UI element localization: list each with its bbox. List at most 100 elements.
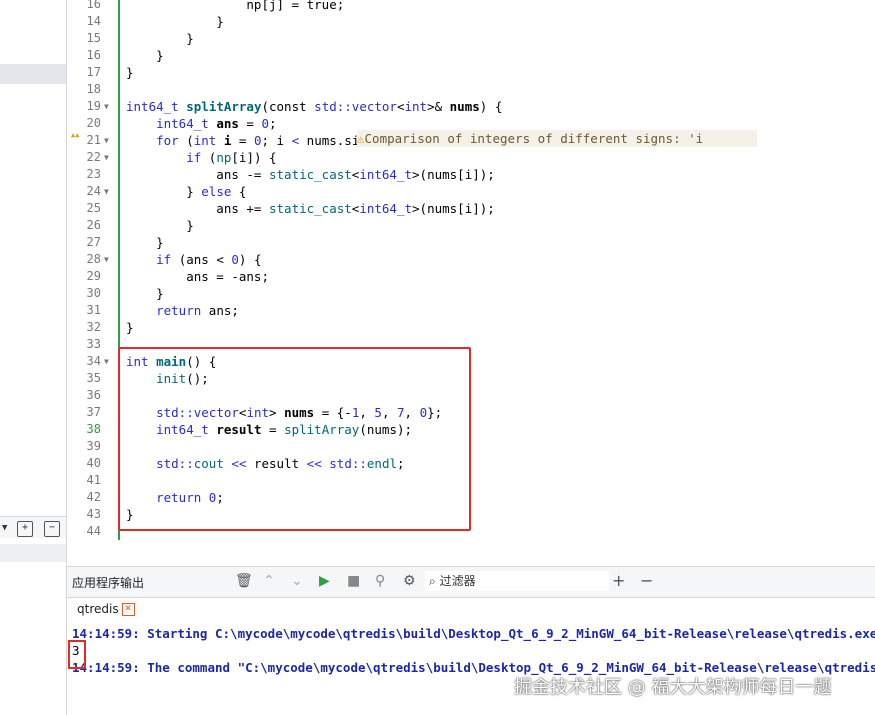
code-line[interactable]: } — [126, 13, 224, 30]
code-line[interactable]: return ans; — [126, 302, 239, 319]
code-token: int64_t — [359, 201, 413, 216]
line-number: 20 — [86, 116, 101, 130]
warning-annotation[interactable]: ⚠Comparison of integers of different sig… — [357, 130, 757, 147]
plus-icon[interactable]: + — [612, 573, 625, 589]
code-token: ) { — [238, 252, 262, 267]
code-token: >(nums[i]); — [412, 167, 495, 182]
arrow-up-icon[interactable]: ⌃ — [263, 573, 275, 589]
code-token: = — [238, 116, 262, 131]
fold-arrow-icon[interactable]: ▼ — [104, 251, 109, 268]
fold-arrow-icon[interactable]: ▼ — [104, 132, 109, 149]
code-token: int — [193, 133, 217, 148]
code-token: for — [156, 133, 179, 148]
gear-icon[interactable]: ⚙ — [403, 573, 416, 589]
debug-attach-icon[interactable]: ⚲ — [375, 573, 385, 589]
line-number: 42 — [86, 490, 101, 504]
code-line[interactable]: np[j] = true; — [126, 0, 344, 13]
code-token: ans -= — [126, 167, 269, 182]
line-number: 28 — [86, 252, 101, 266]
line-number: 15 — [86, 31, 101, 45]
highlight-box-output — [68, 640, 86, 669]
warning-marker-icon[interactable]: ▲▲ — [71, 131, 79, 139]
watermark: 掘金技术社区 @ 福大大架构师每日一题 — [514, 677, 832, 698]
fold-arrow-icon[interactable]: ▼ — [104, 149, 109, 166]
code-token: static_cast — [269, 167, 352, 182]
code-token: if — [186, 150, 202, 165]
code-line[interactable]: ans += static_cast<int64_t>(nums[i]); — [126, 200, 495, 217]
line-number: 38 — [86, 422, 101, 436]
fold-arrow-icon[interactable]: ▼ — [104, 353, 109, 370]
code-line[interactable]: } — [126, 319, 134, 336]
code-token: } — [126, 65, 134, 80]
code-line[interactable]: } — [126, 47, 164, 64]
tab-label: qtredis — [77, 602, 119, 616]
arrow-down-icon[interactable]: ⌄ — [291, 573, 303, 589]
code-token: { — [231, 184, 247, 199]
search-icon: ⌕ — [429, 574, 436, 588]
code-line[interactable]: int64_t ans = 0; — [126, 115, 277, 132]
code-line[interactable]: } — [126, 30, 194, 47]
line-number: 17 — [86, 65, 101, 79]
line-number: 41 — [86, 473, 101, 487]
code-line[interactable]: } — [126, 217, 194, 234]
code-line[interactable]: if (np[i]) { — [126, 149, 277, 166]
code-line[interactable]: } — [126, 64, 134, 81]
code-line[interactable]: } else { — [126, 183, 246, 200]
line-number: 23 — [86, 167, 101, 181]
line-number: 31 — [86, 303, 101, 317]
fold-arrow-icon[interactable]: ▼ — [104, 98, 109, 115]
code-token: < — [291, 133, 300, 148]
fold-arrow-icon[interactable]: ▼ — [104, 183, 109, 200]
highlight-box-main — [118, 347, 471, 531]
code-token: [i]) { — [231, 150, 277, 165]
code-line[interactable]: ans = -ans; — [126, 268, 269, 285]
dropdown-arrow-icon[interactable]: ▼ — [2, 523, 7, 533]
code-token: ans; — [201, 303, 239, 318]
code-token: np[j] = true; — [126, 0, 345, 12]
code-token: int — [404, 99, 428, 114]
sidebar-selected-row[interactable] — [0, 64, 66, 84]
line-number: 25 — [86, 201, 101, 215]
code-token: ans = -ans; — [126, 269, 269, 284]
code-token: ( — [201, 150, 217, 165]
line-number: 29 — [86, 269, 101, 283]
code-token: >(nums[i]); — [412, 201, 495, 216]
code-token: ; — [269, 116, 277, 131]
code-line[interactable]: ans -= static_cast<int64_t>(nums[i]); — [126, 166, 495, 183]
line-number: 18 — [86, 82, 101, 96]
split-icon[interactable]: + — [17, 521, 33, 537]
code-token: static_cast — [269, 201, 352, 216]
stop-icon[interactable]: ■ — [347, 573, 360, 589]
code-line[interactable]: } — [126, 234, 164, 251]
line-number: 30 — [86, 286, 101, 300]
tab-qtredis[interactable]: qtredis ✕ — [71, 599, 141, 622]
output-text-area[interactable]: 14:14:59: Starting C:\mycode\mycode\qtre… — [67, 623, 875, 715]
code-token: } — [126, 31, 194, 46]
code-line[interactable]: } — [126, 285, 164, 302]
code-line[interactable]: int64_t splitArray(const std::vector<int… — [126, 98, 502, 115]
code-token: >& — [427, 99, 450, 114]
line-number: 39 — [86, 439, 101, 453]
code-token: = — [231, 133, 254, 148]
code-token: return — [156, 303, 202, 318]
filter-input[interactable]: ⌕ 过滤器 — [425, 571, 609, 591]
code-token: 0 — [261, 116, 270, 131]
run-icon[interactable]: ▶ — [319, 573, 330, 589]
code-token: } — [126, 320, 134, 335]
line-number: 33 — [86, 337, 101, 351]
close-icon[interactable]: ✕ — [121, 603, 135, 616]
minus-icon[interactable]: − — [640, 573, 653, 589]
status-output-line: 14:14:59: Starting C:\mycode\mycode\qtre… — [72, 626, 875, 641]
code-token: < — [396, 99, 405, 114]
code-line[interactable]: if (ans < 0) { — [126, 251, 262, 268]
trash-icon[interactable]: 🗑 — [235, 573, 253, 589]
close-split-icon[interactable]: − — [44, 521, 60, 537]
code-token: } — [126, 235, 164, 250]
code-token: 0 — [253, 133, 262, 148]
code-token: ) { — [479, 99, 503, 114]
